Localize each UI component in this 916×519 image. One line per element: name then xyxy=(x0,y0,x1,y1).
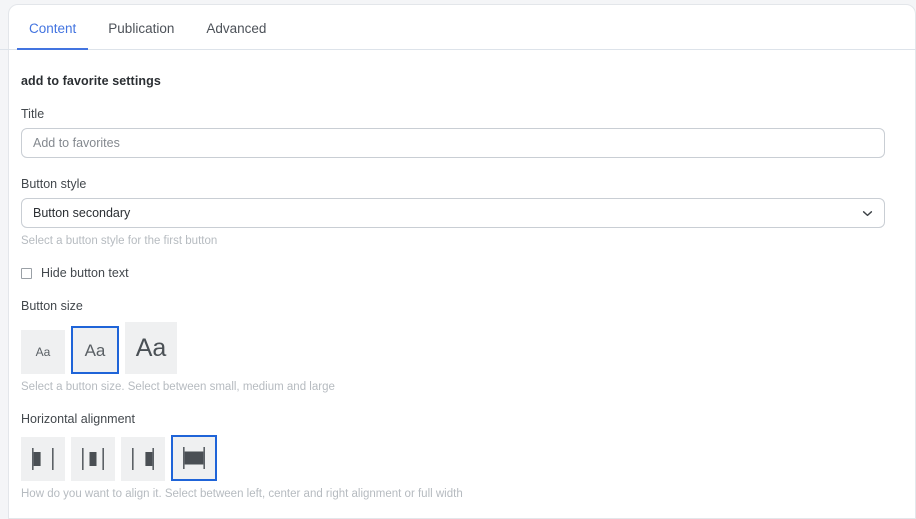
button-style-selected-value: Button secondary xyxy=(33,206,131,220)
align-center-option[interactable] xyxy=(71,437,115,481)
button-size-options: Aa Aa Aa xyxy=(21,322,915,374)
button-style-label: Button style xyxy=(21,177,87,191)
button-size-large-label: Aa xyxy=(135,333,167,362)
align-left-icon xyxy=(29,446,57,472)
tab-publication[interactable]: Publication xyxy=(92,5,190,50)
align-full-width-option[interactable] xyxy=(171,435,217,481)
hide-button-text-row[interactable]: Hide button text xyxy=(21,266,129,280)
button-size-medium-label: Aa xyxy=(84,340,106,360)
button-size-small-label: Aa xyxy=(35,345,51,359)
button-size-option-medium[interactable]: Aa xyxy=(71,326,119,374)
title-field-label: Title xyxy=(21,107,45,121)
button-size-help: Select a button size. Select between sma… xyxy=(21,381,335,393)
tab-bar: Content Publication Advanced xyxy=(0,5,916,50)
hide-button-text-label: Hide button text xyxy=(41,266,129,280)
section-title: add to favorite settings xyxy=(21,74,161,88)
align-right-option[interactable] xyxy=(121,437,165,481)
tab-publication-label: Publication xyxy=(108,21,175,36)
hide-button-text-checkbox[interactable] xyxy=(21,267,32,279)
tab-advanced-label: Advanced xyxy=(206,21,267,36)
button-size-label: Button size xyxy=(21,299,83,313)
horizontal-alignment-options xyxy=(21,435,915,481)
align-right-icon xyxy=(129,446,157,472)
tab-advanced[interactable]: Advanced xyxy=(190,5,282,50)
horizontal-alignment-help: How do you want to align it. Select betw… xyxy=(21,488,463,500)
settings-form: add to favorite settings Title Button st… xyxy=(9,50,915,500)
align-full-width-icon xyxy=(180,445,208,471)
settings-card: Content Publication Advanced add to favo… xyxy=(0,4,916,519)
tab-content-label: Content xyxy=(29,21,77,36)
button-size-option-small[interactable]: Aa xyxy=(21,330,65,374)
align-center-icon xyxy=(79,446,107,472)
tab-content[interactable]: Content xyxy=(13,5,92,50)
button-style-help: Select a button style for the first butt… xyxy=(21,235,218,247)
title-input[interactable] xyxy=(21,128,885,158)
align-left-option[interactable] xyxy=(21,437,65,481)
button-style-select-wrapper: Button secondary xyxy=(21,198,885,228)
button-style-select[interactable]: Button secondary xyxy=(21,198,885,228)
horizontal-alignment-label: Horizontal alignment xyxy=(21,412,135,426)
button-size-option-large[interactable]: Aa xyxy=(125,322,177,374)
